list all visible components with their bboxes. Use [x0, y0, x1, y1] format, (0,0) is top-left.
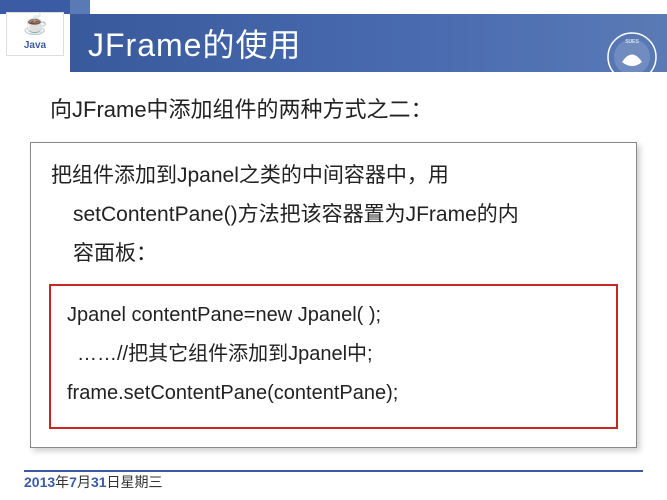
- code-line-1: Jpanel contentPane=new Jpanel( );: [63, 296, 604, 335]
- top-accent-bar: [0, 0, 667, 14]
- java-logo-text: Java: [24, 40, 46, 51]
- university-logo: SUES: [607, 32, 657, 82]
- desc-line-1: 把组件添加到Jpanel之类的中间容器中，用: [51, 164, 449, 187]
- footer-date: 2013年7月31日星期三: [24, 472, 163, 492]
- slide-content: 向JFrame中添加组件的两种方式之二： 把组件添加到Jpanel之类的中间容器…: [0, 92, 667, 448]
- subtitle: 向JFrame中添加组件的两种方式之二：: [50, 92, 637, 124]
- description-text: 把组件添加到Jpanel之类的中间容器中，用 setContentPane()方…: [47, 157, 620, 274]
- title-bar: JFrame的使用 SUES: [70, 14, 667, 72]
- desc-line-3: 容面板：: [51, 235, 620, 274]
- code-line-3: frame.setContentPane(contentPane);: [63, 374, 604, 413]
- desc-line-2: setContentPane()方法把该容器置为JFrame的内: [51, 196, 620, 235]
- content-box: 把组件添加到Jpanel之类的中间容器中，用 setContentPane()方…: [30, 142, 637, 448]
- code-line-2: ……//把其它组件添加到Jpanel中;: [63, 335, 604, 374]
- java-cup-icon: [23, 18, 47, 36]
- java-logo: Java: [6, 12, 64, 56]
- svg-text:SUES: SUES: [625, 39, 639, 45]
- code-box: Jpanel contentPane=new Jpanel( ); ……//把其…: [49, 284, 618, 429]
- slide-title: JFrame的使用: [88, 20, 301, 66]
